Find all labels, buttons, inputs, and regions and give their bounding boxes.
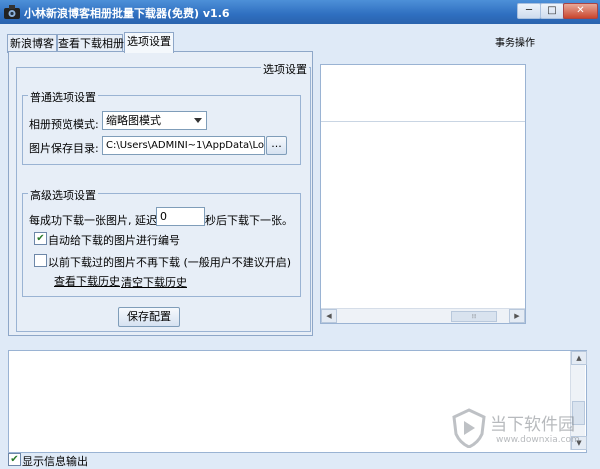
tab-options[interactable]: 选项设置 bbox=[124, 32, 174, 53]
minimize-button[interactable]: ─ bbox=[517, 3, 541, 19]
scroll-right-icon[interactable]: ▶ bbox=[509, 309, 525, 323]
watermark-brand: 当下软件园 bbox=[490, 415, 575, 435]
skip-downloaded-label: 以前下载过的图片不再下载 (一般用户不建议开启) bbox=[48, 256, 292, 269]
watermark-url: www.downxia.com bbox=[496, 435, 580, 445]
scroll-up-icon[interactable]: ▲ bbox=[571, 351, 587, 365]
delay-seconds-input[interactable]: 0 bbox=[156, 207, 205, 226]
chevron-down-icon bbox=[194, 118, 202, 123]
list-hscrollbar[interactable]: ◀ ⦙⦙⦙ ▶ bbox=[321, 308, 525, 323]
delay-prefix-label: 每成功下载一张图片, 延迟 bbox=[29, 214, 157, 227]
browse-button[interactable]: ... bbox=[266, 136, 287, 155]
save-config-button[interactable]: 保存配置 bbox=[118, 307, 180, 327]
preview-mode-label: 相册预览模式: bbox=[29, 118, 99, 131]
auto-number-label: 自动给下载的图片进行编号 bbox=[48, 234, 180, 247]
title-bar[interactable]: 小林新浪博客相册批量下载器(免费) v1.6 ─ □ ✕ bbox=[0, 0, 600, 24]
site-watermark: 当下软件园 www.downxia.com bbox=[452, 406, 592, 452]
skip-downloaded-checkbox[interactable] bbox=[34, 254, 47, 267]
clear-history-link[interactable]: 清空下载历史 bbox=[121, 274, 187, 290]
show-output-checkbox[interactable]: ✔ bbox=[8, 453, 21, 466]
scroll-left-icon[interactable]: ◀ bbox=[321, 309, 337, 323]
advanced-options-title: 高级选项设置 bbox=[28, 187, 98, 203]
options-group-title: 选项设置 bbox=[261, 61, 309, 77]
window-title: 小林新浪博客相册批量下载器(免费) v1.6 bbox=[24, 7, 230, 20]
maximize-button[interactable]: □ bbox=[540, 3, 564, 19]
save-dir-field[interactable]: C:\Users\ADMINI~1\AppData\Local\Ten bbox=[102, 136, 265, 155]
task-list[interactable]: ◀ ⦙⦙⦙ ▶ bbox=[320, 64, 526, 324]
list-divider bbox=[321, 121, 525, 122]
delay-suffix-label: 秒后下载下一张。 bbox=[205, 214, 293, 227]
view-history-link[interactable]: 查看下载历史 bbox=[54, 273, 120, 289]
preview-mode-value: 缩略图模式 bbox=[106, 114, 161, 127]
normal-options-title: 普通选项设置 bbox=[28, 89, 98, 105]
save-dir-label: 图片保存目录: bbox=[29, 142, 99, 155]
shield-logo-icon bbox=[452, 408, 486, 448]
show-output-label: 显示信息输出 bbox=[22, 455, 88, 468]
task-panel-title: 事务操作 bbox=[495, 38, 535, 49]
auto-number-checkbox[interactable]: ✔ bbox=[34, 232, 47, 245]
close-button[interactable]: ✕ bbox=[563, 3, 598, 19]
scroll-thumb[interactable]: ⦙⦙⦙ bbox=[451, 311, 497, 322]
preview-mode-select[interactable]: 缩略图模式 bbox=[102, 111, 207, 130]
app-icon bbox=[4, 5, 20, 19]
